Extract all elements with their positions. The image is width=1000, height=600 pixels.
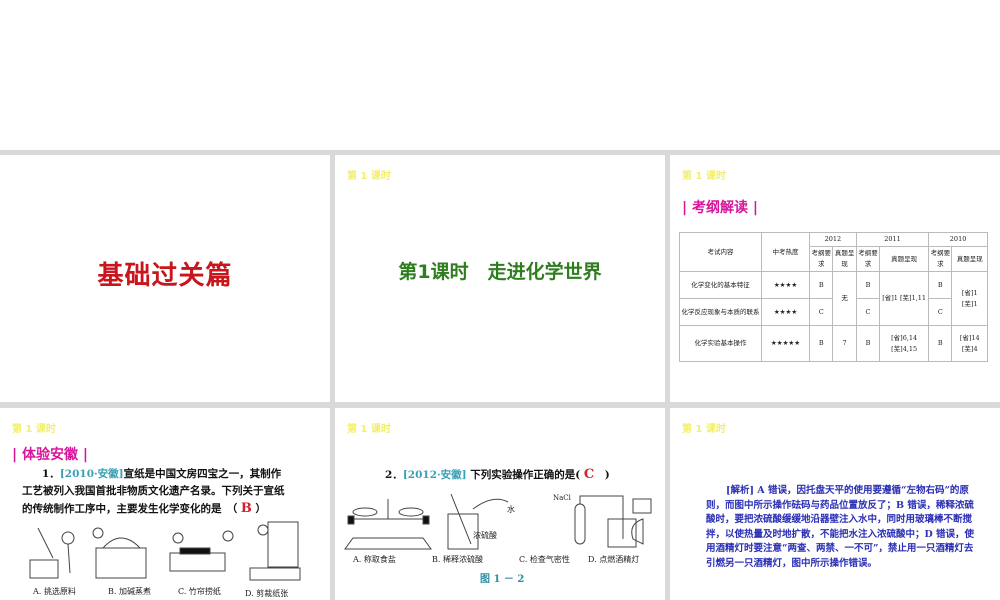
cell: 7 (832, 325, 857, 362)
cell: B (808, 325, 834, 362)
exam-outline-table: 考试内容 中考热度 2012 2011 2010 考纲要求 真题呈现 考纲要求 真题… (679, 232, 988, 362)
answer: B (240, 501, 252, 516)
slide-thumbnail-5[interactable]: 第 1 课时 2．[2012·安徽] 下列实验操作正确的是( C ) NaCl … (335, 408, 665, 600)
cell: B (928, 325, 953, 362)
caption: A. 称取食盐 (353, 555, 396, 564)
header-req: 考纲要求 (928, 246, 953, 272)
answer: C (583, 467, 595, 482)
table-row: 化学变化的基本特征 ★★★★ B 无 B [省]1 [芜]1,11 B [省]1 … (679, 271, 988, 326)
question-1: 1．[2010·安徽]宣纸是中国文房四宝之一，其制作工艺被列入我国首批非物质文化… (22, 468, 285, 516)
caption: D. 点燃酒精灯 (588, 555, 640, 564)
slide-title: 基础过关篇 (97, 261, 233, 291)
analysis-text: [解析] A 错误，因托盘天平的使用要遵循“左物右码”的原则，而图中所示操作砝码… (706, 485, 975, 569)
lesson-label: 第 1 课时 (347, 424, 391, 435)
cell: C (855, 298, 881, 326)
cell: 化学变化的基本特征 (679, 271, 762, 299)
lesson-label: 第 1 课时 (347, 171, 391, 182)
lab-operation-illustrations (344, 494, 652, 550)
slide-grid: 基础过关篇 第 1 课时 第1课时 走进化学世界 第 1 课时 | 考纲解读 |… (0, 150, 1000, 600)
cell: ★★★★ (761, 298, 810, 326)
question-text: 下列实验操作正确的是( (470, 469, 581, 481)
cell: C (808, 298, 834, 326)
caption: C. 竹帘捞纸 (178, 587, 221, 596)
lesson-label: 第 1 课时 (682, 424, 726, 435)
slide-title: 第1课时 走进化学世界 (398, 261, 602, 283)
papermaking-illustrations (29, 521, 301, 581)
label-water: 水 (507, 505, 515, 514)
slide-thumbnail-1[interactable]: 基础过关篇 (0, 155, 330, 402)
header-real: 真题呈现 (879, 246, 930, 272)
question-number: 2． (385, 469, 403, 481)
label-nacl: NaCl (553, 494, 571, 502)
cell: 无 (832, 271, 857, 326)
section-heading: | 考纲解读 | (682, 200, 758, 216)
cell: 化学反应现象与本质的联系 (679, 298, 762, 326)
header-req: 考纲要求 (808, 246, 834, 272)
caption: B. 加碱蒸煮 (108, 587, 151, 596)
label-acid: 浓硫酸 (473, 531, 497, 540)
lesson-label: 第 1 课时 (682, 171, 726, 182)
cell: [省]1 [芜]1 (951, 271, 988, 326)
question-close: ) (604, 469, 610, 481)
figure-caption: 图 1 － 2 (480, 574, 525, 585)
slide-thumbnail-2[interactable]: 第 1 课时 第1课时 走进化学世界 (335, 155, 665, 402)
header-heat: 中考热度 (761, 232, 810, 272)
header-real: 真题呈现 (951, 246, 988, 272)
caption: D. 剪裁纸张 (245, 589, 289, 598)
caption: C. 检查气密性 (519, 555, 570, 564)
cell: B (808, 271, 834, 299)
cell: B (855, 325, 881, 362)
header-year: 2010 (928, 232, 988, 247)
lesson-label: 第 1 课时 (12, 424, 56, 435)
question-2: 2．[2012·安徽] 下列实验操作正确的是( C ) (385, 466, 610, 484)
question-source: [2010·安徽] (59, 468, 124, 480)
question-number: 1． (42, 468, 60, 480)
header-req: 考纲要求 (855, 246, 881, 272)
question-source: [2012·安徽] (402, 469, 467, 481)
section-heading: | 体验安徽 | (12, 447, 88, 463)
cell: ★★★★★ (761, 325, 810, 362)
cell: [省]14 [芜]4 (951, 325, 988, 362)
cell: B (928, 271, 953, 299)
cell: C (928, 298, 953, 326)
header-real: 真题呈现 (832, 246, 857, 272)
caption: A. 挑选原料 (33, 587, 76, 596)
table-row: 化学实验基本操作 ★★★★★ B7 B [省]6,14 [芜]4,15 B [省]14… (679, 325, 988, 362)
header-year: 2011 (855, 232, 930, 247)
cell: 化学实验基本操作 (679, 325, 762, 362)
header-year: 2012 (809, 232, 857, 247)
cell: B (855, 271, 881, 299)
cell: [省]6,14 [芜]4,15 (879, 325, 930, 362)
caption: B. 稀释浓硫酸 (432, 555, 483, 564)
cell: ★★★★ (761, 271, 810, 299)
slide-thumbnail-3[interactable]: 第 1 课时 | 考纲解读 | 考试内容 中考热度 2012 2011 2010… (670, 155, 1000, 402)
blank-header-area (0, 0, 1000, 150)
cell: [省]1 [芜]1,11 (879, 271, 930, 326)
header-content: 考试内容 (679, 232, 762, 272)
slide-thumbnail-4[interactable]: 第 1 课时 | 体验安徽 | 1．[2010·安徽]宣纸是中国文房四宝之一，其… (0, 408, 330, 600)
slide-thumbnail-6[interactable]: 第 1 课时 [解析] A 错误，因托盘天平的使用要遵循“左物右码”的原则，而图… (670, 408, 1000, 600)
